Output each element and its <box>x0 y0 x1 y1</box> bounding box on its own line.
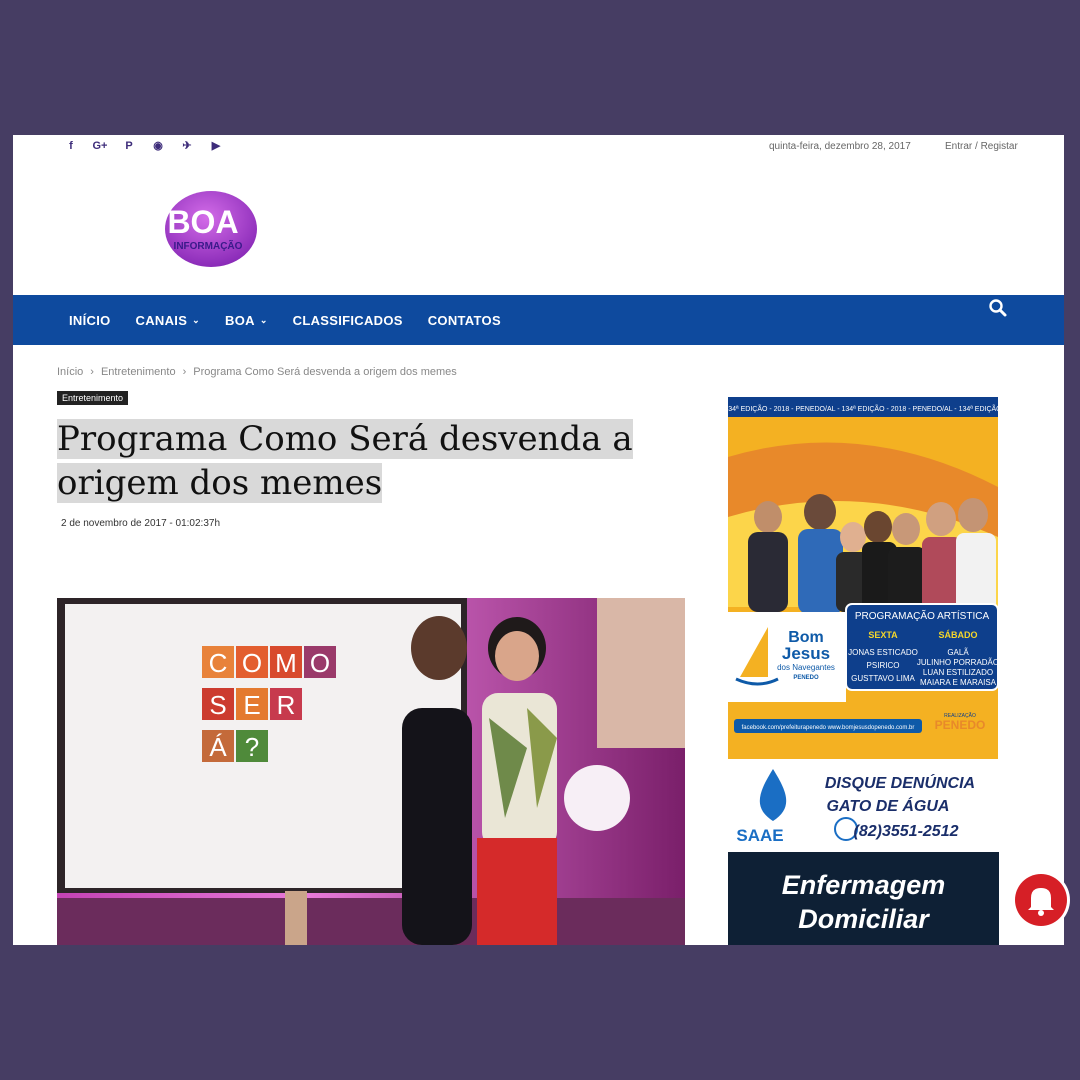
youtube-icon[interactable]: ▶ <box>208 138 224 154</box>
nav-label: CONTATOS <box>427 312 501 328</box>
festival-links: facebook.com/prefeiturapenedo www.bomjes… <box>742 725 915 731</box>
title-line-1: Programa Como Será desvenda a <box>57 419 633 459</box>
breadcrumb: Início › Entretenimento › Programa Como … <box>57 366 457 378</box>
board-letter: M <box>275 648 297 678</box>
enfermagem-line-1: Enfermagem <box>781 870 946 900</box>
artist-name: JONAS ESTICADO <box>848 648 918 657</box>
breadcrumb-category[interactable]: Entretenimento <box>101 366 176 378</box>
day-label: SÁBADO <box>938 630 977 640</box>
nav-item-boa[interactable]: BOA ⌄ <box>225 313 268 328</box>
article-image: C O M O S E R Á ? <box>57 598 685 945</box>
breadcrumb-separator: › <box>90 366 94 378</box>
artist-name: JULINHO PORRADÃO <box>917 658 998 667</box>
saae-ad[interactable]: SAAE DISQUE DENÚNCIA GATO DE ÁGUA (82)35… <box>728 763 998 851</box>
board-letter: E <box>243 690 260 720</box>
festival-header: 134ª EDIÇÃO - 2018 - PENEDO/AL - 134ª ED… <box>728 404 998 413</box>
chevron-down-icon: ⌄ <box>259 314 268 325</box>
nav-item-classificados[interactable]: CLASSIFICADOS <box>293 313 403 328</box>
festival-ad[interactable]: 134ª EDIÇÃO - 2018 - PENEDO/AL - 134ª ED… <box>728 397 998 759</box>
breadcrumb-current: Programa Como Será desvenda a origem dos… <box>193 366 457 378</box>
enfermagem-line-2: Domiciliar <box>798 904 929 934</box>
artist-name: MAIARA E MARAISA <box>920 678 997 687</box>
paypal-icon[interactable]: P <box>121 138 137 154</box>
saae-line: DISQUE DENÚNCIA <box>825 773 975 792</box>
board-letter: O <box>310 648 330 678</box>
top-bar: f G+ P ◉ ✈ ▶ quinta-feira, dezembro 28, … <box>13 135 1064 159</box>
nav-item-inicio[interactable]: INÍCIO <box>69 313 111 328</box>
bell-icon[interactable] <box>1011 870 1071 930</box>
board-letter: O <box>242 648 262 678</box>
site-logo[interactable]: BOA INFORMAÇÃO <box>163 187 258 269</box>
category-badge[interactable]: Entretenimento <box>57 391 129 405</box>
search-icon[interactable] <box>988 298 1010 320</box>
twitter-icon[interactable]: ✈ <box>179 138 195 154</box>
enfermagem-ad[interactable]: Enfermagem Domiciliar <box>728 852 999 945</box>
board-letter: Á <box>209 732 227 762</box>
saae-logo: SAAE <box>736 826 783 845</box>
brand-line: dos Navegantes <box>777 663 835 672</box>
day-label: SEXTA <box>868 630 898 640</box>
main-navigation: INÍCIO CANAIS ⌄ BOA ⌄ CLASSIFICADOS CONTAT… <box>13 295 1064 345</box>
artist-name: LUAN ESTILIZADO <box>923 668 993 677</box>
rss-icon[interactable]: ◉ <box>150 138 166 154</box>
facebook-icon[interactable]: f <box>63 138 79 154</box>
social-icons: f G+ P ◉ ✈ ▶ <box>63 138 224 154</box>
board-letter: R <box>277 690 296 720</box>
brand-line: Jesus <box>782 644 830 663</box>
browser-page: f G+ P ◉ ✈ ▶ quinta-feira, dezembro 28, … <box>13 135 1064 945</box>
saae-line: GATO DE ÁGUA <box>827 796 950 815</box>
programacao-title: PROGRAMAÇÃO ARTÍSTICA <box>855 609 990 622</box>
board-letter: S <box>209 690 226 720</box>
artist-name: GUSTTAVO LIMA <box>851 674 915 683</box>
city-label: PENEDO <box>935 718 986 732</box>
article-date: 2 de novembro de 2017 - 01:02:37h <box>61 518 221 529</box>
nav-label: CANAIS <box>135 312 188 328</box>
logo-text: BOA <box>167 204 238 240</box>
current-date: quinta-feira, dezembro 28, 2017 <box>769 141 911 152</box>
breadcrumb-separator: › <box>182 366 187 378</box>
nav-label: CLASSIFICADOS <box>292 312 403 328</box>
google-plus-icon[interactable]: G+ <box>92 138 108 154</box>
nav-label: BOA <box>225 312 255 328</box>
board-letter: ? <box>245 732 259 762</box>
logo-subtext: INFORMAÇÃO <box>174 239 243 252</box>
artist-name: PSIRICO <box>867 661 900 670</box>
nav-label: INÍCIO <box>69 312 111 328</box>
article-title: Programa Como Será desvenda a origem dos… <box>57 417 657 505</box>
login-link[interactable]: Entrar / Registar <box>945 141 1018 152</box>
breadcrumb-home[interactable]: Início <box>57 366 83 378</box>
nav-item-canais[interactable]: CANAIS ⌄ <box>136 313 200 328</box>
brand-line: PENEDO <box>793 675 819 681</box>
board-letter: C <box>209 648 228 678</box>
chevron-down-icon: ⌄ <box>192 314 201 325</box>
nav-item-contatos[interactable]: CONTATOS <box>428 313 501 328</box>
saae-phone: (82)3551-2512 <box>854 823 959 840</box>
artist-name: GALÃ <box>947 648 969 657</box>
title-line-2: origem dos memes <box>57 463 383 503</box>
